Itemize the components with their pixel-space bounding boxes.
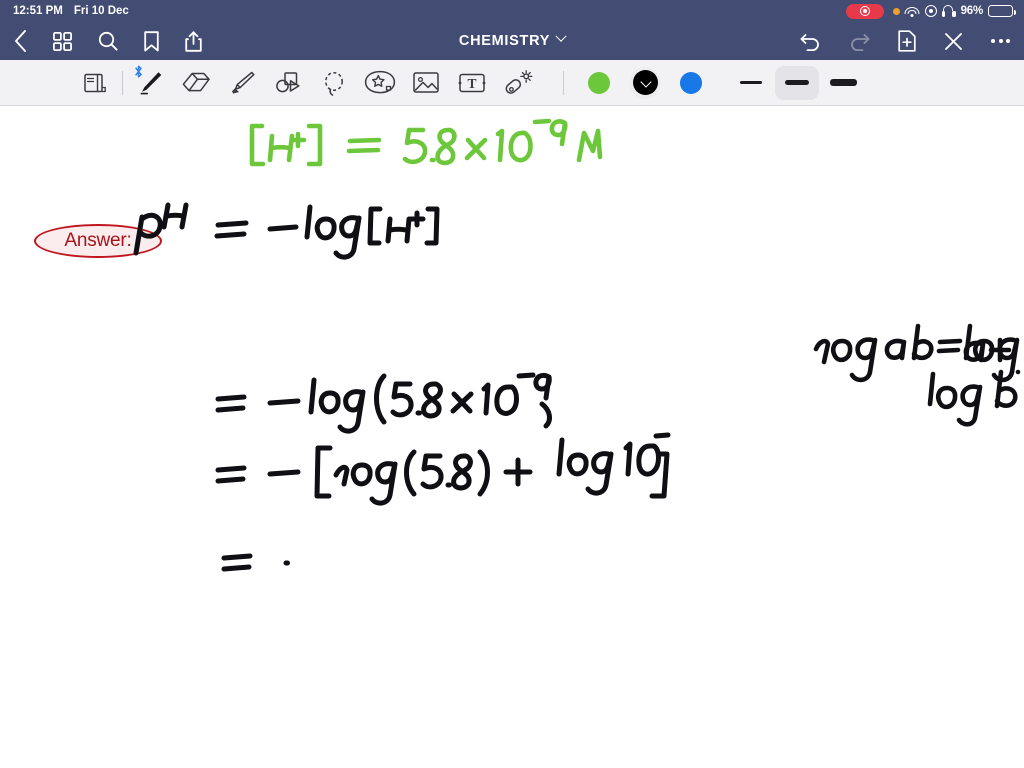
notability-app: 12:51 PM Fri 10 Dec 96% CHEMISTRY T Answ… bbox=[0, 0, 1024, 768]
headphones-icon bbox=[941, 5, 956, 17]
close-icon[interactable] bbox=[944, 32, 963, 51]
ph-definition-ink bbox=[130, 191, 460, 263]
battery-percent-label: 96% bbox=[960, 5, 984, 17]
shapes-tool[interactable] bbox=[265, 60, 311, 106]
toolbar-divider-1 bbox=[122, 70, 123, 95]
ph-substitution-ink bbox=[212, 364, 562, 438]
stroke-bar-thin bbox=[740, 81, 762, 84]
log-product-rule-ink-2 bbox=[960, 324, 1024, 374]
status-bar-left: 12:51 PM Fri 10 Dec bbox=[8, 5, 129, 17]
text-tool[interactable]: T bbox=[449, 60, 495, 106]
orange-privacy-dot-icon bbox=[892, 7, 900, 15]
swatch-blue-dot bbox=[680, 71, 702, 94]
back-chevron-icon[interactable] bbox=[14, 30, 27, 52]
swatch-green-dot bbox=[588, 71, 610, 94]
swatch-black-dot bbox=[632, 70, 658, 95]
share-icon[interactable] bbox=[185, 30, 202, 52]
add-page-icon[interactable] bbox=[898, 30, 916, 52]
image-tool[interactable] bbox=[403, 60, 449, 106]
stroke-width-medium[interactable] bbox=[775, 65, 819, 100]
screen-recording-indicator-icon[interactable] bbox=[845, 3, 884, 19]
undo-icon[interactable] bbox=[800, 32, 821, 51]
sticker-tool[interactable] bbox=[357, 60, 403, 106]
stroke-bar-medium bbox=[785, 80, 809, 85]
ink-toolbar: T bbox=[0, 60, 1024, 106]
nav-right-group bbox=[800, 30, 1010, 52]
lasso-tool[interactable] bbox=[311, 60, 357, 106]
clock-date: Fri 10 Dec bbox=[73, 5, 129, 17]
laser-pointer-tool[interactable] bbox=[495, 60, 541, 106]
svg-text:T: T bbox=[467, 76, 476, 91]
location-icon bbox=[924, 5, 937, 17]
stroke-bar-thick bbox=[829, 79, 857, 86]
color-swatch-green[interactable] bbox=[576, 60, 622, 106]
status-bar: 12:51 PM Fri 10 Dec 96% bbox=[0, 0, 1024, 22]
navigation-bar: CHEMISTRY bbox=[0, 22, 1024, 60]
note-canvas[interactable]: Answer: bbox=[0, 106, 1024, 768]
page-layout-tool[interactable] bbox=[72, 60, 118, 106]
search-icon[interactable] bbox=[98, 31, 118, 51]
page-title[interactable]: CHEMISTRY bbox=[459, 33, 550, 49]
eraser-tool[interactable] bbox=[173, 60, 219, 106]
battery-icon bbox=[988, 5, 1016, 17]
record-dot-icon bbox=[859, 6, 870, 16]
final-line-incomplete-ink bbox=[218, 534, 338, 590]
redo-icon[interactable] bbox=[849, 32, 870, 51]
log-expansion-ink bbox=[212, 432, 672, 510]
highlighter-tool[interactable] bbox=[219, 60, 265, 106]
grid-icon[interactable] bbox=[53, 31, 72, 51]
status-bar-right: 96% bbox=[845, 3, 1016, 19]
toolbar-divider-2 bbox=[563, 70, 564, 95]
log-product-rule-ink-3 bbox=[925, 368, 1024, 428]
given-concentration-ink bbox=[246, 114, 606, 178]
nav-left-group bbox=[14, 30, 202, 52]
stroke-width-thick[interactable] bbox=[821, 66, 865, 100]
stroke-width-thin[interactable] bbox=[729, 66, 773, 100]
color-swatch-blue[interactable] bbox=[668, 60, 714, 106]
bookmark-icon[interactable] bbox=[144, 30, 159, 52]
clock-time: 12:51 PM bbox=[13, 5, 63, 17]
swatch-black-selected-ring bbox=[629, 66, 661, 99]
more-icon[interactable] bbox=[991, 39, 1010, 43]
chevron-down-icon[interactable] bbox=[555, 30, 567, 42]
pen-tool[interactable] bbox=[127, 60, 173, 106]
wifi-icon bbox=[904, 5, 920, 17]
bluetooth-icon bbox=[134, 64, 143, 80]
color-swatch-black[interactable] bbox=[622, 60, 668, 106]
